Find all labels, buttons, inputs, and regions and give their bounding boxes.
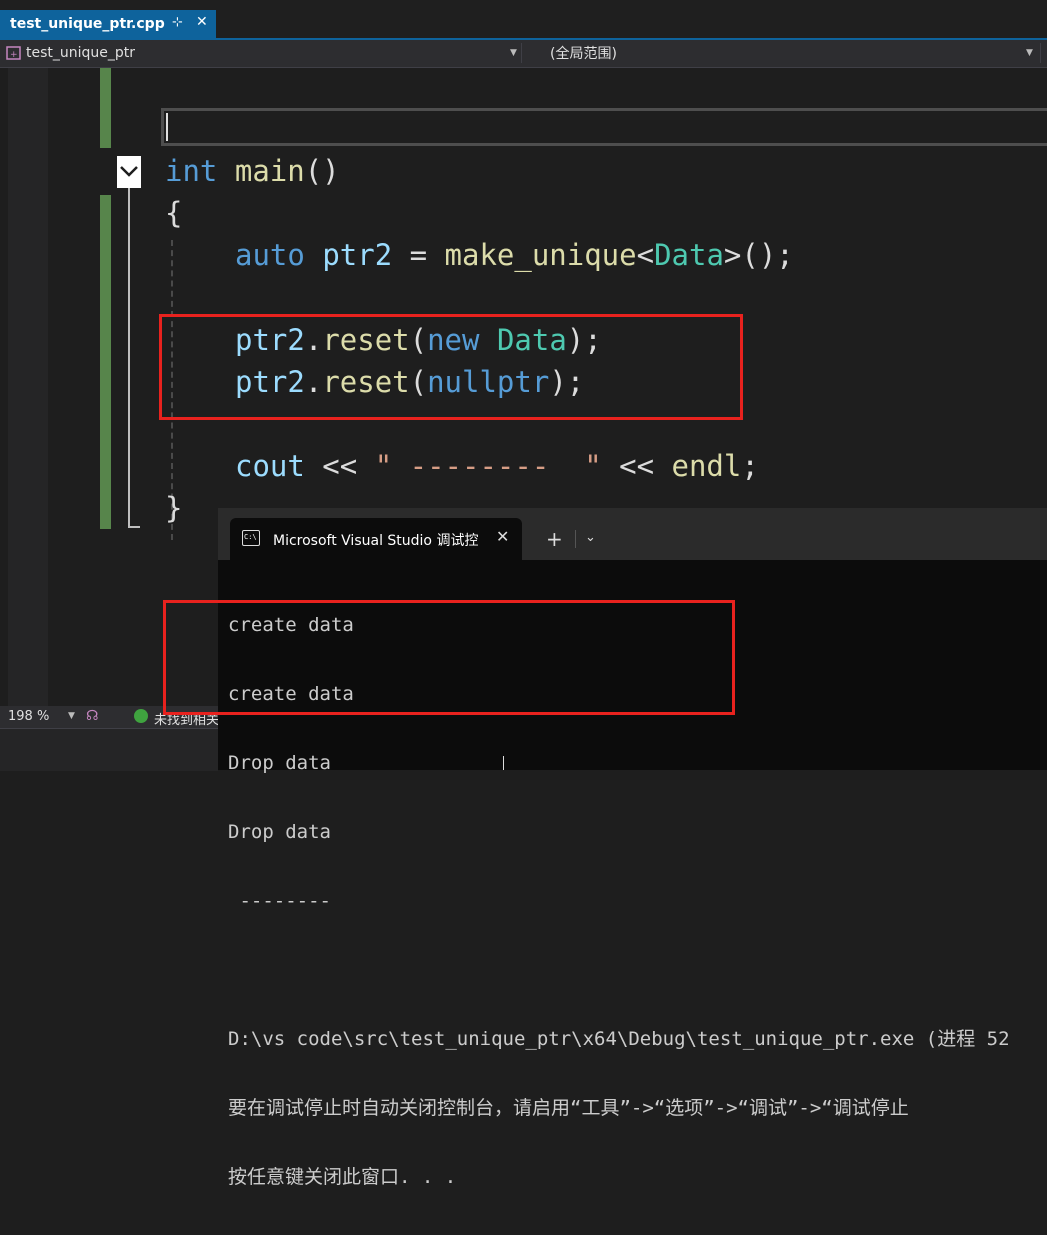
- svg-text:+: +: [10, 50, 18, 60]
- navbar-divider: [1040, 43, 1041, 63]
- current-line-highlight: [161, 108, 1047, 146]
- editor-gutter: [8, 68, 48, 708]
- chevron-down-icon[interactable]: ⌄: [585, 530, 596, 545]
- keyword: auto: [235, 238, 305, 272]
- new-tab-plus-icon[interactable]: +: [546, 527, 563, 551]
- bottom-panel: [0, 728, 218, 771]
- code-open-brace: {: [165, 196, 183, 230]
- code-close-brace: }: [165, 491, 183, 525]
- navigation-bar: + test_unique_ptr ▼ (全局范围) ▼: [0, 40, 1047, 68]
- changed-lines-bar: [100, 195, 111, 529]
- project-scope-label: test_unique_ptr: [26, 45, 136, 61]
- console-line: Drop data: [228, 752, 331, 774]
- function-name: endl: [671, 449, 742, 483]
- fold-region-line: [128, 188, 130, 528]
- chevron-down-icon[interactable]: ▼: [1026, 48, 1033, 58]
- zoom-level[interactable]: 198 %: [8, 709, 49, 724]
- document-tab[interactable]: test_unique_ptr.cpp ⊹ ✕: [0, 10, 216, 38]
- code-punct: (): [304, 154, 340, 188]
- tab-divider: [575, 530, 576, 548]
- chevron-down-icon[interactable]: ▼: [510, 48, 517, 58]
- keyword: int: [165, 154, 218, 188]
- code-punct: <: [636, 238, 655, 272]
- console-tab[interactable]: C:\ Microsoft Visual Studio 调试控 ✕: [230, 518, 522, 560]
- chevron-down-icon[interactable]: ▼: [68, 711, 75, 721]
- global-scope-label: (全局范围): [550, 46, 617, 62]
- string-literal: " -------- ": [374, 449, 602, 483]
- copilot-icon[interactable]: ☊: [86, 708, 98, 724]
- global-scope-dropdown[interactable]: (全局范围): [526, 43, 1040, 63]
- console-tab-bar: C:\ Microsoft Visual Studio 调试控 ✕ + ⌄: [218, 508, 1047, 560]
- pin-icon[interactable]: ⊹: [172, 15, 183, 30]
- highlight-box: [159, 314, 743, 420]
- code-line-cout: cout << " -------- " << endl;: [235, 449, 759, 483]
- close-icon[interactable]: ✕: [196, 14, 208, 30]
- highlight-box: [163, 600, 735, 715]
- code-line-main: int main(): [165, 154, 340, 188]
- document-tab-title: test_unique_ptr.cpp: [10, 16, 165, 32]
- console-line: 要在调试停止时自动关闭控制台，请启用“工具”->“选项”->“调试”->“调试停…: [228, 1097, 909, 1119]
- text-caret: [166, 113, 168, 141]
- fold-region-end: [128, 526, 140, 528]
- document-tab-bar: test_unique_ptr.cpp ⊹ ✕: [0, 0, 1047, 40]
- console-cursor: [503, 756, 504, 770]
- code-punct: =: [392, 238, 445, 272]
- code-punct: <<: [304, 449, 375, 483]
- project-scope-dropdown[interactable]: + test_unique_ptr: [6, 43, 520, 63]
- console-line: --------: [228, 890, 331, 912]
- function-name: main: [234, 154, 305, 188]
- check-circle-icon: [134, 709, 148, 723]
- collapse-toggle-icon[interactable]: [117, 156, 141, 188]
- code-line-make-unique: auto ptr2 = make_unique<Data>();: [235, 238, 794, 272]
- variable: cout: [235, 449, 305, 483]
- function-name: make_unique: [444, 238, 637, 272]
- project-icon: +: [6, 46, 21, 60]
- changed-lines-bar: [100, 68, 111, 148]
- console-line: Drop data: [228, 821, 331, 843]
- code-punct: >();: [723, 238, 794, 272]
- code-punct: ;: [741, 449, 759, 483]
- console-tab-title: Microsoft Visual Studio 调试控: [273, 533, 479, 549]
- code-punct: <<: [601, 449, 672, 483]
- terminal-icon: C:\: [242, 530, 260, 546]
- console-line: 按任意键关闭此窗口. . .: [228, 1166, 457, 1188]
- console-line: D:\vs code\src\test_unique_ptr\x64\Debug…: [228, 1028, 1010, 1050]
- close-icon[interactable]: ✕: [496, 527, 509, 546]
- navbar-divider: [521, 43, 522, 63]
- variable: ptr2: [322, 238, 393, 272]
- type-name: Data: [654, 238, 724, 272]
